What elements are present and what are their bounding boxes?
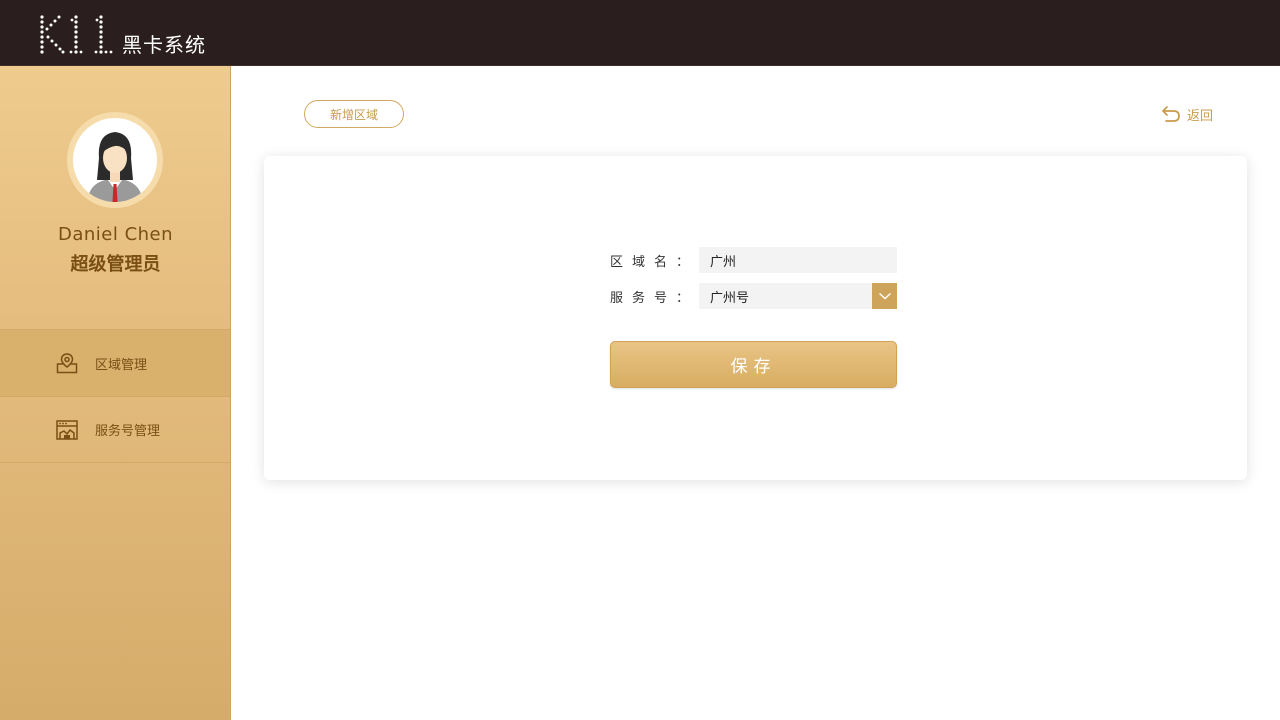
- area-name-label: 区域名: [610, 254, 677, 270]
- sidebar: Daniel Chen 超级管理员 区域管理 服务号管理: [0, 66, 231, 720]
- sidebar-item-label: 服务号管理: [95, 424, 161, 439]
- avatar-ring: [67, 112, 163, 208]
- sidebar-item-area-management[interactable]: 区域管理: [0, 329, 230, 396]
- female-avatar-icon: [87, 132, 143, 202]
- map-pin-icon: [54, 350, 80, 376]
- storefront-icon: [54, 417, 80, 443]
- sidebar-item-label: 区域管理: [95, 357, 148, 373]
- service-row: 服务号 ： 广州号: [610, 283, 897, 309]
- sidebar-nav: 区域管理 服务号管理: [0, 329, 230, 463]
- add-area-button[interactable]: 新增区域: [304, 100, 404, 128]
- area-name-row: 区域名 ：: [610, 247, 897, 273]
- service-select-value: 广州号: [710, 290, 750, 306]
- area-name-colon: ：: [676, 254, 690, 270]
- chevron-down-icon[interactable]: [872, 283, 897, 309]
- back-arrow-icon: [1161, 105, 1181, 123]
- back-button[interactable]: 返回: [1161, 103, 1213, 125]
- sidebar-item-service-management[interactable]: 服务号管理: [0, 396, 230, 463]
- service-colon: ：: [676, 290, 690, 306]
- avatar[interactable]: [73, 118, 157, 202]
- top-header: 黑卡系统: [0, 0, 1280, 66]
- k11-logo: [38, 12, 114, 54]
- area-form-card: 区域名 ： 服务号 ： 广州号 保存: [264, 156, 1247, 480]
- back-label: 返回: [1187, 108, 1214, 124]
- user-name: Daniel Chen: [57, 224, 174, 245]
- service-select[interactable]: 广州号: [699, 283, 897, 309]
- user-role: 超级管理员: [70, 254, 161, 275]
- k11-logo-mark: [40, 15, 113, 54]
- brand-name: 黑卡系统: [122, 33, 206, 57]
- area-name-input[interactable]: [699, 247, 897, 273]
- service-label: 服务号: [610, 290, 677, 306]
- save-button[interactable]: 保存: [610, 341, 897, 388]
